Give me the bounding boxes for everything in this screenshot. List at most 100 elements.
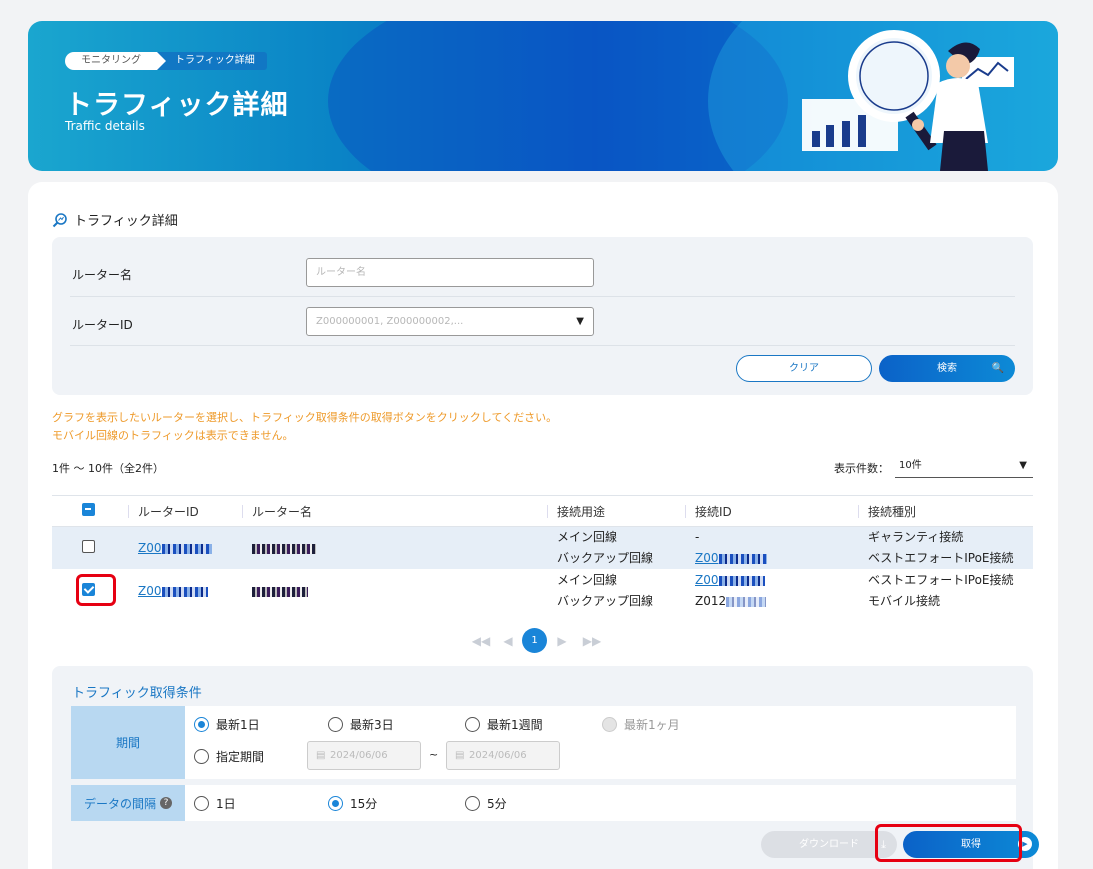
search-button[interactable]: 検索 🔍 [879,355,1015,382]
chevron-down-icon: ▼ [576,316,584,327]
main-card: トラフィック詳細 ルーター名 ルーター名 ルーターID Z000000001, … [28,182,1058,869]
chevron-down-icon: ▼ [1019,460,1027,471]
radio-icon [465,717,480,732]
radio-icon [465,796,480,811]
router-id-select[interactable]: Z000000001, Z000000002,... ▼ [306,307,594,336]
notice-line-1: グラフを表示したいルーターを選択し、トラフィック取得条件の取得ボタンをクリックし… [52,411,558,424]
help-icon[interactable]: ? [160,797,172,809]
hero-illustration [802,30,1014,171]
use-cell: メイン回線 バックアップ回線 [557,573,654,608]
date-to-input[interactable]: ▤ 2024/06/06 [446,741,560,770]
select-all-cell [52,495,128,527]
radio-icon [328,717,343,732]
next-page-icon[interactable]: ▶ [547,634,577,648]
conn-id-cell: Z00 Z012 [685,569,858,613]
radio-icon [194,717,209,732]
row-checkbox[interactable] [82,540,95,553]
highlight-get-marker [875,824,1022,862]
per-page-value: 10件 [899,460,922,471]
col-router-id: ルーターID [128,495,242,527]
page-title: トラフィック詳細 [65,90,289,121]
radio-icon [602,717,617,732]
interval-option-5m[interactable]: 5分 [465,795,507,812]
per-page-select[interactable]: 10件 ▼ [895,456,1033,478]
magnifier-chart-icon [52,212,67,227]
router-name-label: ルーター名 [72,268,133,282]
date-from-input[interactable]: ▤ 2024/06/06 [307,741,421,770]
router-id-row: ルーターID Z000000001, Z000000002,... ▼ [70,297,1015,346]
interval-row: データの間隔? 1日 15分 5分 [71,785,1016,821]
router-name-cell [242,526,547,569]
router-name-cell [242,569,547,613]
redacted-text [252,586,308,597]
last-page-icon[interactable]: ▶▶ [577,634,607,648]
router-id-cell: Z00 [128,526,242,569]
router-id-label: ルーターID [72,318,133,332]
breadcrumb-parent[interactable]: モニタリング [65,52,166,70]
prev-page-icon[interactable]: ◀ [494,634,522,648]
select-all-checkbox[interactable] [82,503,95,516]
highlight-checkbox-marker [76,574,116,606]
redacted-text [718,553,767,564]
redacted-text [726,596,767,607]
section-title: トラフィック詳細 [74,214,178,229]
breadcrumb: モニタリング トラフィック詳細 [65,52,267,70]
interval-label: データの間隔? [71,785,185,821]
period-row: 期間 最新1日 最新3日 最新1週間 最新1ヶ月 指定期間 ▤ 2024/06/0… [71,706,1016,779]
router-id-cell: Z00 [128,569,242,613]
router-name-input[interactable]: ルーター名 [306,258,594,287]
page-current[interactable]: 1 [522,628,547,653]
section-header: トラフィック詳細 [52,210,178,229]
search-panel: ルーター名 ルーター名 ルーターID Z000000001, Z00000000… [52,237,1033,395]
col-router-name: ルーター名 [242,495,547,527]
period-option-1d[interactable]: 最新1日 [194,716,260,733]
row-select-cell [52,526,128,569]
period-option-custom[interactable]: 指定期間 [194,748,264,765]
interval-option-1d[interactable]: 1日 [194,795,236,812]
pagination: ◀◀ ◀ 1 ▶ ▶▶ [468,628,607,653]
radio-icon [328,796,343,811]
breadcrumb-current: トラフィック詳細 [157,52,267,70]
table-header-row: ルーターID ルーター名 接続用途 接続ID 接続種別 [52,495,1033,527]
router-name-row: ルーター名 ルーター名 [70,237,1015,297]
search-button-label: 検索 [937,363,957,374]
page-subtitle: Traffic details [65,119,145,133]
router-id-placeholder: Z000000001, Z000000002,... [316,316,464,327]
table-row[interactable]: Z00 メイン回線 バックアップ回線 - Z00 ギャランティ接続 ベストエフォートI… [52,526,1033,569]
conn-type-cell: ベストエフォートIPoE接続 モバイル接続 [868,573,1014,608]
conn-type-cell: ギャランティ接続 ベストエフォートIPoE接続 [858,526,1033,569]
clear-button[interactable]: クリア [736,355,872,382]
download-label: ダウンロード [799,839,859,850]
redacted-text [718,575,765,586]
redacted-text [161,543,212,554]
table-row[interactable]: Z00 メイン回線 バックアップ回線 Z00 Z012 ベストエフォートIPoE接続… [52,569,1033,613]
period-option-1m: 最新1ヶ月 [602,716,680,733]
period-option-3d[interactable]: 最新3日 [328,716,394,733]
router-table: ルーターID ルーター名 接続用途 接続ID 接続種別 Z00 メイン回線 バック… [52,495,1033,613]
period-option-1w[interactable]: 最新1週間 [465,716,543,733]
notice-text: グラフを表示したいルーターを選択し、トラフィック取得条件の取得ボタンをクリックし… [52,409,557,445]
first-page-icon[interactable]: ◀◀ [468,634,494,648]
conditions-title: トラフィック取得条件 [72,686,202,701]
interval-option-15m[interactable]: 15分 [328,795,377,812]
use-cell: メイン回線 バックアップ回線 [547,526,685,569]
conn-id-link[interactable]: Z00 [695,573,765,587]
col-conn-type: 接続種別 [858,495,1033,527]
radio-icon [194,749,209,764]
router-id-link[interactable]: Z00 [138,584,208,598]
range-separator: ~ [429,748,439,761]
col-use: 接続用途 [547,495,685,527]
col-conn-id: 接続ID [685,495,858,527]
calendar-icon: ▤ [316,750,326,761]
redacted-text [252,543,316,554]
radio-icon [194,796,209,811]
per-page-label: 表示件数： [834,462,889,475]
conn-id-cell: - Z00 [685,526,858,569]
hero-banner: モニタリング トラフィック詳細 トラフィック詳細 Traffic details [28,21,1058,171]
redacted-text [161,586,208,597]
router-id-link[interactable]: Z00 [138,541,212,555]
traffic-conditions-panel: トラフィック取得条件 期間 最新1日 最新3日 最新1週間 最新1ヶ月 指定期間… [52,666,1039,869]
calendar-icon: ▤ [455,750,465,761]
conn-id-link[interactable]: Z00 [695,551,767,565]
notice-line-2: モバイル回線のトラフィックは表示できません。 [52,429,294,442]
